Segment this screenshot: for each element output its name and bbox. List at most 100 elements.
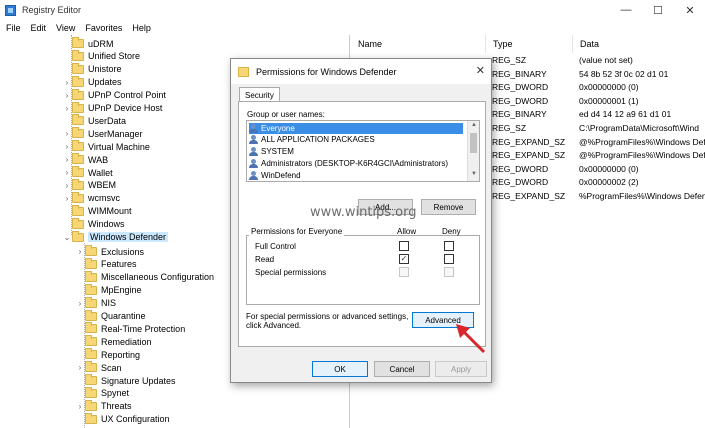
tree-item[interactable]: › Virtual Machine (62, 140, 150, 153)
tree-item[interactable]: Real-Time Protection (75, 322, 185, 335)
folder-icon (72, 62, 84, 74)
tree-item[interactable]: › UPnP Device Host (62, 101, 162, 115)
user-item-all-packages[interactable]: ALL APPLICATION PACKAGES (249, 134, 375, 145)
users-icon (249, 159, 258, 168)
value-data: 0x00000002 (2) (579, 177, 639, 188)
scroll-up-icon[interactable]: ▲ (468, 122, 479, 128)
tree-item[interactable]: › UserManager (62, 127, 143, 140)
remove-button[interactable]: Remove (421, 199, 476, 215)
close-button[interactable]: ✕ (675, 0, 705, 20)
menu-favorites[interactable]: Favorites (85, 23, 122, 33)
tree-item[interactable]: UserData (62, 114, 126, 127)
value-data: @%ProgramFiles%\Windows Defe (579, 150, 705, 161)
tree-item[interactable]: Spynet (75, 386, 129, 400)
expand-chevron-icon[interactable]: › (62, 194, 72, 203)
expand-chevron-icon[interactable]: › (75, 402, 85, 411)
user-item-system[interactable]: SYSTEM (249, 146, 294, 157)
folder-icon (72, 178, 84, 190)
column-type[interactable]: Type (486, 35, 573, 53)
user-list-scrollbar[interactable]: ▲ ▼ (467, 121, 479, 181)
full-control-deny-checkbox[interactable] (444, 241, 454, 251)
expand-chevron-icon[interactable]: ⌄ (62, 233, 72, 242)
menu-view[interactable]: View (56, 23, 75, 33)
scroll-thumb[interactable] (470, 133, 477, 153)
tree-item[interactable]: ⌄ Windows Defender (62, 230, 169, 244)
tree-item[interactable]: Signature Updates (75, 374, 176, 387)
tree-item[interactable]: › Wallet (62, 166, 113, 179)
cancel-button[interactable]: Cancel (374, 361, 430, 377)
tree-item[interactable]: MpEngine (75, 283, 142, 297)
tree-item-label: Wallet (88, 167, 113, 178)
scroll-down-icon[interactable]: ▼ (468, 171, 479, 177)
tree-item[interactable]: Unified Store (62, 49, 140, 63)
tree-item[interactable]: › WAB (62, 153, 108, 166)
expand-chevron-icon[interactable]: › (62, 129, 72, 138)
user-item-windefend[interactable]: WinDefend (249, 170, 301, 181)
tree-item[interactable]: › Updates (62, 75, 122, 89)
value-type: REG_EXPAND_SZ (492, 150, 566, 161)
tree-item-label: wcmsvc (88, 193, 120, 204)
read-deny-checkbox[interactable] (444, 254, 454, 264)
tree-item[interactable]: › WBEM (62, 178, 116, 192)
user-name: Everyone (261, 124, 295, 133)
expand-chevron-icon[interactable]: › (75, 299, 85, 308)
expand-chevron-icon[interactable]: › (62, 155, 72, 164)
tree-item[interactable]: Windows (62, 217, 125, 231)
maximize-button[interactable]: ☐ (643, 0, 673, 20)
tree-item[interactable]: uDRM (62, 37, 114, 50)
tree-item[interactable]: Quarantine (75, 309, 146, 323)
expand-chevron-icon[interactable]: › (75, 363, 85, 372)
menu-file[interactable]: File (6, 23, 21, 33)
expand-chevron-icon[interactable]: › (62, 168, 72, 177)
menu-edit[interactable]: Edit (31, 23, 47, 33)
user-name: Administrators (DESKTOP-K6R4GCI\Administ… (261, 159, 449, 168)
tree-item[interactable]: › Exclusions (75, 245, 144, 258)
tree-item[interactable]: › Scan (75, 361, 122, 374)
expand-chevron-icon[interactable]: › (62, 78, 72, 87)
expand-chevron-icon[interactable]: › (62, 91, 72, 100)
value-type: REG_BINARY (492, 68, 547, 79)
minimize-button[interactable]: — (611, 0, 641, 20)
tree-item[interactable]: WIMMount (62, 204, 132, 218)
tree-item[interactable]: Miscellaneous Configuration (75, 270, 214, 284)
dialog-title: Permissions for Windows Defender (256, 66, 397, 77)
menu-help[interactable]: Help (132, 23, 151, 33)
tree-item[interactable]: › NIS (75, 296, 116, 310)
tree-item[interactable]: Unistore (62, 62, 122, 76)
tab-security[interactable]: Security (239, 87, 280, 102)
value-type: REG_DWORD (492, 95, 549, 106)
folder-icon (85, 386, 97, 398)
column-data[interactable]: Data (573, 35, 705, 53)
tree-item[interactable]: Features (75, 257, 137, 271)
folder-icon (72, 166, 84, 177)
user-item-everyone[interactable]: Everyone (249, 123, 463, 134)
full-control-allow-checkbox[interactable] (399, 241, 409, 251)
tree-item-label: UX Configuration (101, 414, 170, 425)
read-allow-checkbox[interactable]: ✓ (399, 254, 409, 264)
folder-icon (72, 101, 84, 113)
tree-item[interactable]: UX Configuration (75, 412, 170, 426)
user-item-administrators[interactable]: Administrators (DESKTOP-K6R4GCI\Administ… (249, 158, 448, 169)
expand-chevron-icon[interactable]: › (62, 104, 72, 113)
expand-chevron-icon[interactable]: › (75, 247, 85, 256)
tree-item[interactable]: › Threats (75, 399, 132, 413)
dialog-close-button[interactable]: ✕ (476, 64, 485, 77)
ok-button[interactable]: OK (312, 361, 368, 377)
value-data: %ProgramFiles%\Windows Defen (579, 191, 705, 201)
tree-item[interactable]: Reporting (75, 348, 140, 361)
folder-icon (238, 66, 249, 77)
tree-item[interactable]: › wcmsvc (62, 191, 120, 205)
expand-chevron-icon[interactable]: › (62, 142, 72, 151)
user-list[interactable]: Everyone ALL APPLICATION PACKAGES SYSTEM… (246, 120, 480, 182)
tree-item[interactable]: › UPnP Control Point (62, 88, 166, 102)
apply-button[interactable]: Apply (435, 361, 487, 377)
tree-item-label: Quarantine (101, 311, 146, 321)
column-name[interactable]: Name (351, 35, 486, 53)
special-permissions-text: For special permissions or advanced sett… (246, 312, 409, 321)
value-data: 0x00000001 (1) (579, 95, 639, 106)
users-icon (249, 171, 258, 180)
expand-chevron-icon[interactable]: › (62, 181, 72, 190)
watermark-text: www.wintips.org (310, 205, 417, 220)
tree-item[interactable]: Remediation (75, 335, 152, 348)
title-bar: Registry Editor — ☐ ✕ (0, 0, 705, 20)
